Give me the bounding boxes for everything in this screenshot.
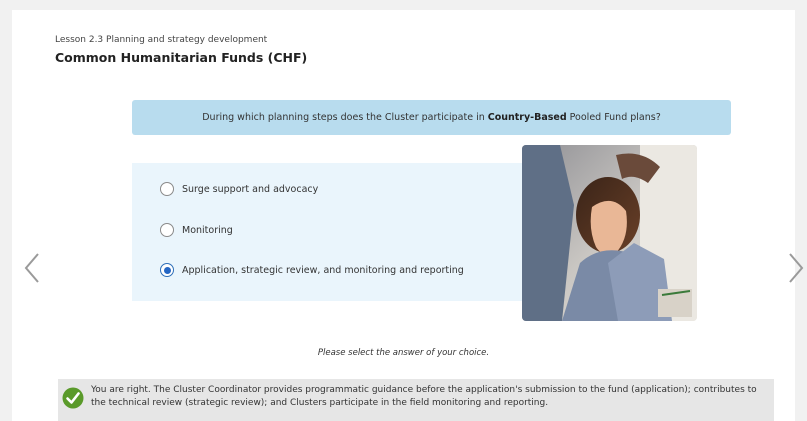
check-icon bbox=[62, 387, 84, 409]
chevron-left-icon bbox=[24, 253, 39, 283]
next-button[interactable] bbox=[787, 252, 807, 284]
option-surge-support[interactable]: Surge support and advocacy bbox=[160, 179, 318, 199]
question-banner: During which planning steps does the Clu… bbox=[132, 100, 731, 135]
feedback-text: You are right. The Cluster Coordinator p… bbox=[91, 385, 757, 408]
instruction-text: Please select the answer of your choice. bbox=[317, 348, 490, 358]
option-application-review-monitoring[interactable]: Application, strategic review, and monit… bbox=[160, 260, 464, 280]
option-label: Surge support and advocacy bbox=[182, 183, 319, 195]
question-emphasis: Country-Based bbox=[487, 112, 567, 123]
option-label: Monitoring bbox=[182, 224, 233, 236]
radio-button[interactable] bbox=[160, 182, 174, 196]
page-title: Common Humanitarian Funds (CHF) bbox=[55, 50, 308, 65]
radio-button[interactable] bbox=[160, 223, 174, 237]
previous-button[interactable] bbox=[22, 252, 42, 284]
option-label: Application, strategic review, and monit… bbox=[182, 264, 464, 276]
option-monitoring[interactable]: Monitoring bbox=[160, 220, 233, 240]
feedback-panel: You are right. The Cluster Coordinator p… bbox=[58, 379, 774, 421]
chevron-right-icon bbox=[789, 253, 804, 283]
lesson-label: Lesson 2.3 Planning and strategy develop… bbox=[55, 35, 268, 45]
answer-options: Surge support and advocacy Monitoring Ap… bbox=[132, 163, 534, 301]
person-photo bbox=[522, 145, 697, 321]
question-prefix: During which planning steps does the Clu… bbox=[202, 112, 485, 123]
question-suffix: Pooled Fund plans? bbox=[569, 112, 661, 123]
radio-button[interactable] bbox=[160, 263, 174, 277]
